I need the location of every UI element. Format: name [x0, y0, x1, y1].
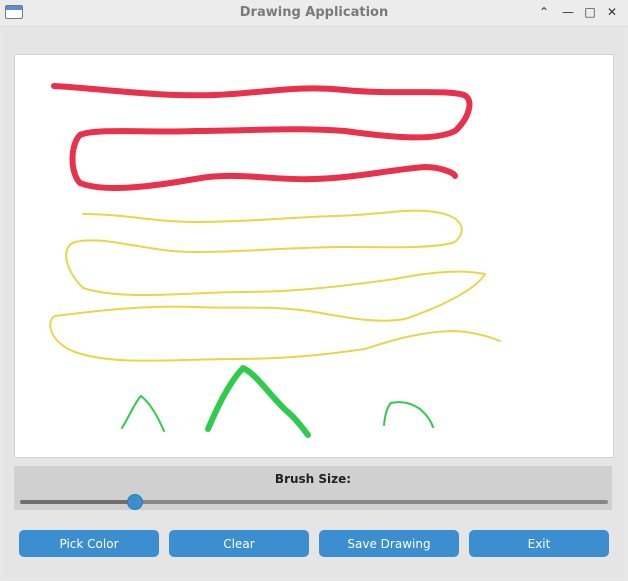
red-stroke: [51, 83, 473, 191]
drawing-strokes: [49, 83, 501, 438]
yellow-stroke: [49, 209, 501, 362]
minimize-icon[interactable]: —: [560, 4, 576, 20]
title-bar: Drawing Application ⌃ — □ ✕: [0, 0, 628, 27]
brush-size-slider-track[interactable]: [20, 500, 608, 504]
brush-size-slider-fill: [20, 500, 135, 504]
clear-button[interactable]: Clear: [169, 530, 309, 557]
exit-button[interactable]: Exit: [469, 530, 609, 557]
maximize-icon[interactable]: □: [582, 4, 598, 20]
close-icon[interactable]: ✕: [604, 4, 620, 20]
brush-size-slider-handle[interactable]: [126, 494, 143, 510]
green-stroke-small-right: [383, 401, 434, 428]
save-drawing-button[interactable]: Save Drawing: [319, 530, 459, 557]
green-stroke-large: [205, 365, 311, 438]
brush-size-frame: Brush Size:: [14, 466, 612, 510]
drawing-canvas[interactable]: [14, 54, 614, 458]
green-stroke-small-left: [121, 395, 165, 432]
window-title: Drawing Application: [239, 5, 389, 20]
brush-size-label: Brush Size:: [274, 472, 352, 486]
pick-color-button[interactable]: Pick Color: [19, 530, 159, 557]
chevron-up-icon[interactable]: ⌃: [536, 4, 552, 20]
